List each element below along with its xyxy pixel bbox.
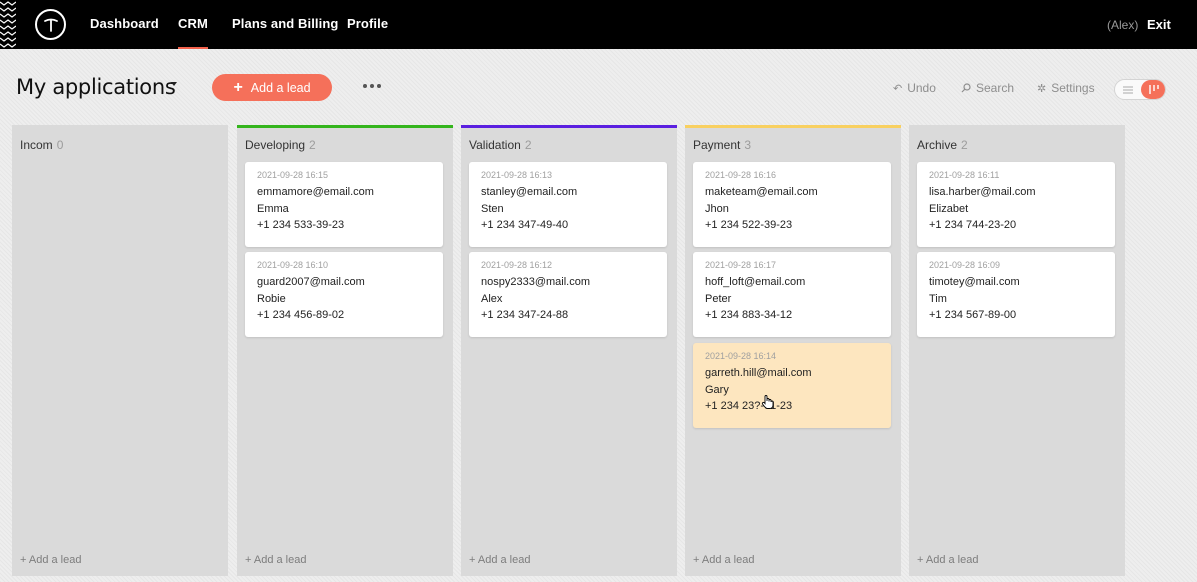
column-add-lead[interactable]: + Add a lead — [917, 554, 978, 566]
undo-icon: ↶ — [893, 82, 903, 95]
card-name: Tim — [929, 293, 947, 305]
column-payment: Payment 3 2021-09-28 16:16 maketeam@email… — [685, 125, 901, 576]
more-options-button[interactable] — [360, 78, 384, 94]
column-add-lead[interactable]: + Add a lead — [245, 554, 306, 566]
column-title: Developing 2 — [245, 138, 316, 152]
settings-button[interactable]: ✲ Settings — [1037, 81, 1095, 95]
card-email: emmamore@email.com — [257, 186, 374, 198]
card-name: Emma — [257, 203, 289, 215]
nav-plans-billing[interactable]: Plans and Billing — [232, 16, 338, 31]
dot-icon — [363, 84, 367, 88]
card-date: 2021-09-28 16:14 — [705, 351, 777, 361]
hand-cursor-icon — [761, 395, 774, 409]
column-title: Incom 0 — [20, 138, 64, 152]
caret-down-icon[interactable] — [171, 82, 177, 86]
page-title[interactable]: My applications — [16, 75, 176, 99]
lead-card[interactable]: 2021-09-28 16:15 emmamore@email.com Emma… — [245, 162, 443, 247]
logo-icon[interactable] — [35, 9, 66, 40]
column-count: 2 — [309, 138, 316, 152]
card-email: lisa.harber@mail.com — [929, 186, 1036, 198]
settings-label: Settings — [1051, 81, 1095, 95]
gear-icon: ✲ — [1037, 82, 1047, 95]
column-archive: Archive 2 2021-09-28 16:11 lisa.harber@ma… — [909, 125, 1125, 576]
card-name: Jhon — [705, 203, 729, 215]
card-phone: +1 234 883-34-12 — [705, 309, 793, 321]
board-view-button[interactable] — [1141, 80, 1165, 99]
column-title: Payment 3 — [693, 138, 752, 152]
search-icon — [961, 83, 971, 93]
add-lead-label: Add a lead — [250, 80, 311, 95]
view-toggle — [1114, 79, 1166, 100]
undo-button[interactable]: ↶ Undo — [893, 81, 936, 95]
kanban-icon — [1148, 85, 1159, 94]
nav-profile[interactable]: Profile — [347, 16, 388, 31]
card-date: 2021-09-28 16:15 — [257, 170, 329, 180]
column-title: Archive 2 — [917, 138, 968, 152]
top-nav: Dashboard CRM Plans and Billing Profile … — [0, 0, 1197, 50]
plus-icon: + — [233, 78, 243, 96]
lead-card-dragging[interactable]: 2021-09-28 16:14 garreth.hill@mail.com G… — [693, 343, 891, 428]
card-name: Peter — [705, 293, 732, 305]
column-count: 0 — [56, 138, 64, 152]
column-count: 2 — [961, 138, 968, 152]
card-date: 2021-09-28 16:12 — [481, 260, 553, 270]
card-phone: +1 234 744-23-20 — [929, 219, 1017, 231]
column-count: 2 — [524, 138, 532, 152]
column-add-lead[interactable]: + Add a lead — [469, 554, 530, 566]
lead-card[interactable]: 2021-09-28 16:09 timotey@mail.com Tim +1… — [917, 252, 1115, 337]
card-phone: +1 234 533-39-23 — [257, 219, 345, 231]
column-validation: Validation 2 2021-09-28 16:13 stanley@ema… — [461, 125, 677, 576]
card-date: 2021-09-28 16:09 — [929, 260, 1001, 270]
card-email: maketeam@email.com — [705, 186, 818, 198]
card-name: Robie — [257, 293, 286, 305]
card-email: stanley@email.com — [481, 186, 578, 198]
undo-label: Undo — [907, 81, 936, 95]
card-phone: +1 234 567-89-00 — [929, 309, 1017, 321]
card-name: Alex — [481, 293, 503, 305]
card-date: 2021-09-28 16:13 — [481, 170, 553, 180]
column-add-lead[interactable]: + Add a lead — [20, 554, 81, 566]
card-phone: +1 234 23?-01-23 — [705, 400, 793, 412]
column-incom: Incom 0 + Add a lead — [12, 125, 228, 576]
card-email: garreth.hill@mail.com — [705, 367, 812, 379]
list-view-button[interactable] — [1115, 80, 1141, 99]
card-phone: +1 234 522-39-23 — [705, 219, 793, 231]
dot-icon — [370, 84, 374, 88]
card-date: 2021-09-28 16:16 — [705, 170, 777, 180]
card-email: guard2007@mail.com — [257, 276, 365, 288]
user-name: (Alex) — [1107, 18, 1139, 32]
lead-card[interactable]: 2021-09-28 16:11 lisa.harber@mail.com El… — [917, 162, 1115, 247]
column-developing: Developing 2 2021-09-28 16:15 emmamore@em… — [237, 125, 453, 576]
card-email: nospy2333@mail.com — [481, 276, 590, 288]
nav-dashboard[interactable]: Dashboard — [90, 16, 159, 31]
exit-link[interactable]: Exit — [1147, 17, 1171, 32]
column-count: 3 — [744, 138, 752, 152]
lead-card[interactable]: 2021-09-28 16:13 stanley@email.com Sten … — [469, 162, 667, 247]
zigzag-decoration — [0, 1, 16, 48]
column-add-lead[interactable]: + Add a lead — [693, 554, 754, 566]
card-phone: +1 234 347-49-40 — [481, 219, 569, 231]
card-phone: +1 234 456-89-02 — [257, 309, 345, 321]
lead-card[interactable]: 2021-09-28 16:10 guard2007@mail.com Robi… — [245, 252, 443, 337]
lead-card[interactable]: 2021-09-28 16:16 maketeam@email.com Jhon… — [693, 162, 891, 247]
card-date: 2021-09-28 16:17 — [705, 260, 777, 270]
search-button[interactable]: Search — [961, 81, 1014, 95]
lead-card[interactable]: 2021-09-28 16:17 hoff_loft@email.com Pet… — [693, 252, 891, 337]
card-name: Gary — [705, 384, 729, 396]
card-name: Sten — [481, 203, 504, 215]
card-date: 2021-09-28 16:11 — [929, 170, 1000, 180]
nav-crm[interactable]: CRM — [178, 16, 208, 50]
dot-icon — [377, 84, 381, 88]
lead-card[interactable]: 2021-09-28 16:12 nospy2333@mail.com Alex… — [469, 252, 667, 337]
search-label: Search — [976, 81, 1015, 95]
card-date: 2021-09-28 16:10 — [257, 260, 329, 270]
card-email: hoff_loft@email.com — [705, 276, 806, 288]
card-name: Elizabet — [929, 203, 969, 215]
card-phone: +1 234 347-24-88 — [481, 309, 569, 321]
column-title: Validation 2 — [469, 138, 532, 152]
card-email: timotey@mail.com — [929, 276, 1020, 288]
add-lead-button[interactable]: + Add a lead — [212, 74, 332, 101]
list-icon — [1123, 86, 1133, 93]
